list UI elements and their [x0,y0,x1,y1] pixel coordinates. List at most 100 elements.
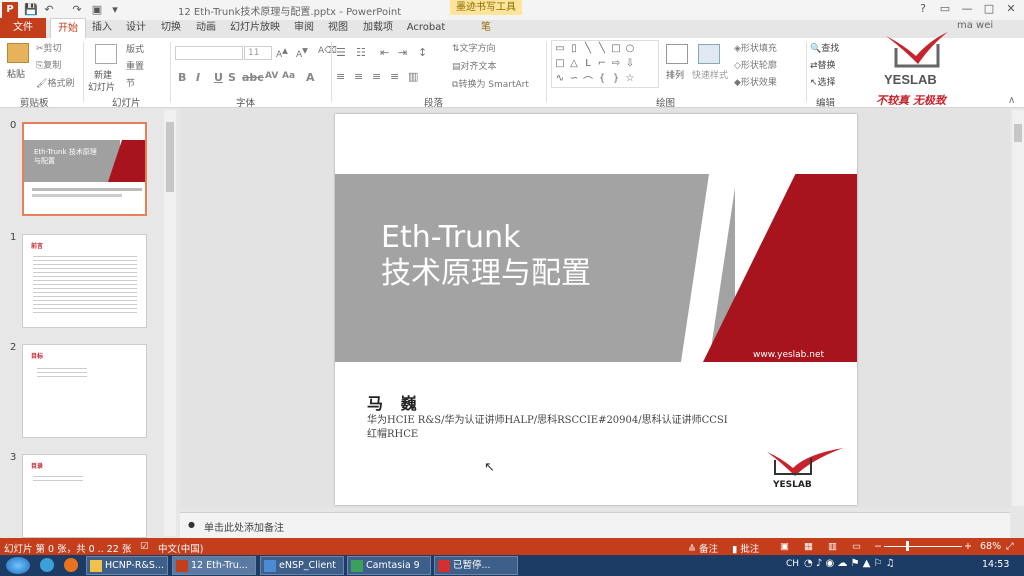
shrink-font-icon[interactable]: A▼ [296,46,308,60]
thumbnails-scroll-thumb[interactable] [166,122,174,192]
align-text-button[interactable]: ▤对齐文本 [452,59,497,72]
normal-view-icon[interactable]: ▣ [780,541,789,552]
underline-icon[interactable]: U [214,71,223,84]
italic-icon[interactable]: I [196,71,200,84]
zoom-slider[interactable] [884,546,962,547]
reset-button[interactable]: 重置 [126,59,144,72]
arrange-icon[interactable] [666,44,688,64]
shapes-gallery[interactable]: ▭ ▯ ╲ ╲ □ ○ □ △ L ⌐ ⇨ ⇩ ∿ ∽ ⌒ { } ☆ [551,40,659,88]
slide-thumbnail-0[interactable]: Eth-Trunk 技术原理与配置 [22,122,147,216]
comments-toggle[interactable]: ▮ 批注 [732,541,759,555]
ribbon-display-button[interactable]: ▭ [934,0,956,18]
arrange-button[interactable]: 排列 [666,68,684,81]
close-button[interactable]: ✕ [1000,0,1022,18]
new-slide-icon[interactable] [95,44,117,64]
font-color-icon[interactable]: A [306,71,315,84]
star-shape-icon[interactable]: ☆ [624,73,636,84]
slide-scroll-thumb[interactable] [1014,124,1022,142]
text-direction-button[interactable]: ⇅文字方向 [452,41,496,54]
tab-pen[interactable]: 笔 [466,18,506,38]
clear-format-icon[interactable]: A⌫ [318,46,337,56]
textbox-v-shape-icon[interactable]: ▯ [568,43,580,54]
font-name-combo[interactable] [175,46,243,60]
slide-sorter-icon[interactable]: ▦ [804,541,813,552]
smartart-button[interactable]: ⧉转换为 SmartArt [452,77,529,90]
arrow-down-shape-icon[interactable]: ⇩ [624,58,636,69]
shape-outline-button[interactable]: ◇形状轮廓 [734,58,777,71]
paste-icon[interactable] [7,43,29,63]
start-button-icon[interactable] [6,557,30,574]
quick-styles-icon[interactable] [698,44,720,64]
oval-shape-icon[interactable]: ○ [624,43,636,54]
undo-icon[interactable]: ↶ [42,3,56,17]
shape-effects-button[interactable]: ◆形状效果 [734,75,777,88]
curve3-shape-icon[interactable]: ⌒ [582,73,594,88]
input-language[interactable]: CH [786,559,799,569]
brace-right-shape-icon[interactable]: } [610,73,622,84]
taskbar-clock[interactable]: 14:53 [982,559,1009,570]
cut-button[interactable]: ✂剪切 [36,41,62,54]
zoom-out-icon[interactable]: − [874,541,882,552]
bold-icon[interactable]: B [178,71,186,84]
section-button[interactable]: 节 [126,76,135,89]
zoom-in-icon[interactable]: + [964,541,972,552]
paste-button[interactable]: 粘贴 [7,67,25,80]
taskbar-item-ensp[interactable]: eNSP_Client [260,556,344,575]
tab-acrobat[interactable]: Acrobat [404,18,448,38]
slide-credentials[interactable]: 华为HCIE R&S/华为认证讲师HALP/思科RSCCIE#20904/思科认… [367,414,837,442]
bracket-shape-icon[interactable]: ⌐ [596,58,608,69]
grow-font-icon[interactable]: A▲ [276,46,288,60]
slide-title[interactable]: Eth-Trunk 技术原理与配置 [381,220,591,292]
align-left-icon[interactable]: ≡ [336,70,345,83]
notes-pane[interactable]: ● 单击此处添加备注 [180,512,1010,538]
collapse-ribbon-icon[interactable]: ∧ [1008,95,1015,106]
taskbar-item-recording[interactable]: 已暂停... [434,556,518,575]
select-button[interactable]: ↖选择 [810,75,836,88]
tab-transitions[interactable]: 切换 [157,18,185,38]
fit-slide-icon[interactable]: ⤢ [1006,541,1014,552]
ie-icon[interactable] [40,558,54,572]
current-slide[interactable]: Eth-Trunk 技术原理与配置 www.yeslab.net 马 巍 华为H… [335,114,857,505]
tab-insert[interactable]: 插入 [88,18,116,38]
reading-view-icon[interactable]: ▥ [828,541,837,552]
arrow-right-shape-icon[interactable]: ⇨ [610,58,622,69]
shadow-icon[interactable]: S [228,71,236,84]
triangle-shape-icon[interactable]: △ [568,58,580,69]
find-button[interactable]: 🔍查找 [810,41,839,54]
align-right-icon[interactable]: ≡ [372,70,381,83]
redo-icon[interactable]: ↷ [70,3,84,17]
replace-button[interactable]: ⇄替换 [810,58,836,71]
strikethrough-icon[interactable]: abc [242,71,264,84]
maximize-button[interactable]: □ [978,0,1000,18]
notes-placeholder[interactable]: 单击此处添加备注 [204,519,284,534]
justify-icon[interactable]: ≡ [390,70,399,83]
slide-thumbnail-1[interactable]: 前言 [22,234,147,328]
thumbnails-scrollbar[interactable] [164,110,176,536]
decrease-indent-icon[interactable]: ⇤ [380,46,389,59]
columns-icon[interactable]: ▥ [408,70,418,83]
taskbar-item-powerpoint[interactable]: 12 Eth-Tru... [172,556,256,575]
char-spacing-icon[interactable]: AV [265,71,278,81]
slide-thumbnail-2[interactable]: 目标 [22,344,147,438]
firefox-icon[interactable] [64,558,78,572]
zoom-level[interactable]: 68% [980,541,1001,552]
line-shape-icon[interactable]: ╲ [582,43,594,54]
tab-design[interactable]: 设计 [122,18,150,38]
layout-button[interactable]: 版式 [126,42,144,55]
help-button[interactable]: ? [912,0,934,18]
numbering-icon[interactable]: ☷ [356,46,366,59]
minimize-button[interactable]: — [956,0,978,18]
textbox-shape-icon[interactable]: ▭ [554,43,566,54]
tab-view[interactable]: 视图 [324,18,352,38]
tab-addins[interactable]: 加载项 [360,18,396,38]
taskbar-item-camtasia[interactable]: Camtasia 9 [347,556,431,575]
customize-qat-icon[interactable]: ▾ [108,3,122,17]
align-center-icon[interactable]: ≡ [354,70,363,83]
save-icon[interactable]: 💾 [24,3,38,17]
rect2-shape-icon[interactable]: □ [554,58,566,69]
new-slide-button-label2[interactable]: 幻灯片 [88,80,115,93]
font-size-combo[interactable]: 11 [244,46,272,60]
language-indicator[interactable]: 中文(中国) [158,541,203,555]
tab-review[interactable]: 审阅 [290,18,318,38]
slideshow-view-icon[interactable]: ▭ [852,541,861,552]
